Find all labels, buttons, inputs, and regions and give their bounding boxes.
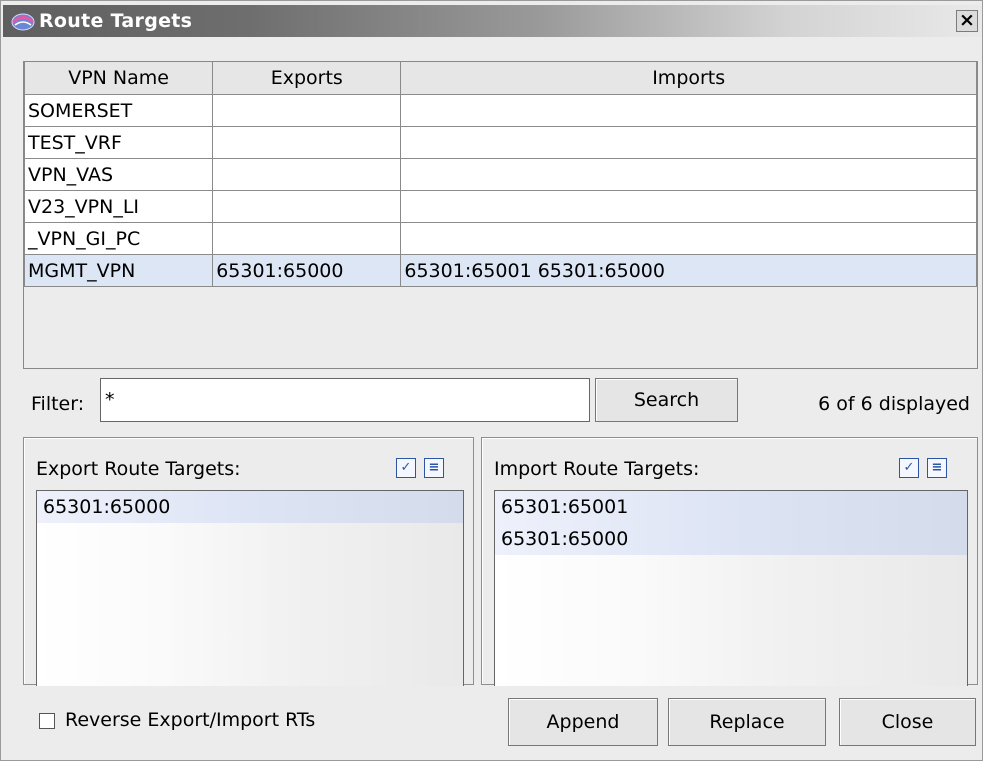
append-button[interactable]: Append [508,698,658,746]
displayed-count: 6 of 6 displayed [818,393,970,415]
cell-vpn-name: V23_VPN_LI [23,190,214,223]
table-row[interactable]: _VPN_GI_PC [23,222,977,255]
table-header: VPN Name Exports Imports [23,62,977,95]
select-all-icon[interactable]: ✓ [396,458,416,478]
table-row[interactable]: SOMERSET [23,94,977,127]
window-title: Route Targets [39,10,193,32]
search-button[interactable]: Search [595,378,738,422]
list-item[interactable]: 65301:65000 [37,491,463,523]
cell-imports [400,222,977,255]
vpn-table: VPN Name Exports Imports SOMERSET TEST_V… [23,61,978,369]
import-route-targets-label: Import Route Targets: [494,458,700,480]
table-row[interactable]: V23_VPN_LI [23,190,977,223]
column-header-exports[interactable]: Exports [212,62,402,95]
filter-input[interactable] [100,378,590,422]
cell-vpn-name: MGMT_VPN [23,254,214,287]
export-route-targets-list[interactable]: 65301:65000 [36,490,464,686]
cell-vpn-name: SOMERSET [23,94,214,127]
cell-exports [212,158,402,191]
cell-exports [212,222,402,255]
export-route-targets-panel: Export Route Targets: ✓ ≡ 65301:65000 [23,437,474,686]
app-globe-icon [11,13,35,31]
cell-imports [400,94,977,127]
table-row[interactable]: VPN_VAS [23,158,977,191]
table-row[interactable]: TEST_VRF [23,126,977,159]
cell-imports [400,190,977,223]
close-icon: × [959,9,975,31]
cell-imports: 65301:65001 65301:65000 [400,254,977,287]
table-row-selected[interactable]: MGMT_VPN 65301:65000 65301:65001 65301:6… [23,254,977,287]
route-targets-dialog: Route Targets × VPN Name Exports Imports… [0,0,983,761]
reverse-rts-label[interactable]: Reverse Export/Import RTs [65,709,315,731]
import-route-targets-panel: Import Route Targets: ✓ ≡ 65301:65001 65… [481,437,978,686]
import-route-targets-list[interactable]: 65301:65001 65301:65000 [494,490,968,686]
select-all-icon[interactable]: ✓ [899,458,919,478]
filter-label: Filter: [31,393,85,415]
reverse-rts-checkbox[interactable] [39,713,55,729]
cell-vpn-name: TEST_VRF [23,126,214,159]
list-item[interactable]: 65301:65000 [495,523,967,555]
details-icon[interactable]: ≡ [424,458,444,478]
import-panel-toolbar: ✓ ≡ [899,458,947,478]
cell-exports [212,94,402,127]
export-panel-toolbar: ✓ ≡ [396,458,444,478]
export-route-targets-label: Export Route Targets: [36,458,241,480]
cell-imports [400,158,977,191]
close-window-button[interactable]: × [956,10,978,32]
replace-button[interactable]: Replace [668,698,826,746]
cell-exports [212,126,402,159]
column-header-vpn-name[interactable]: VPN Name [23,62,214,95]
cell-exports [212,190,402,223]
details-icon[interactable]: ≡ [927,458,947,478]
column-header-imports[interactable]: Imports [400,62,977,95]
cell-exports: 65301:65000 [212,254,402,287]
close-button[interactable]: Close [839,698,976,746]
list-item[interactable]: 65301:65001 [495,491,967,523]
title-bar[interactable]: Route Targets × [3,5,982,37]
cell-vpn-name: _VPN_GI_PC [23,222,214,255]
cell-vpn-name: VPN_VAS [23,158,214,191]
cell-imports [400,126,977,159]
